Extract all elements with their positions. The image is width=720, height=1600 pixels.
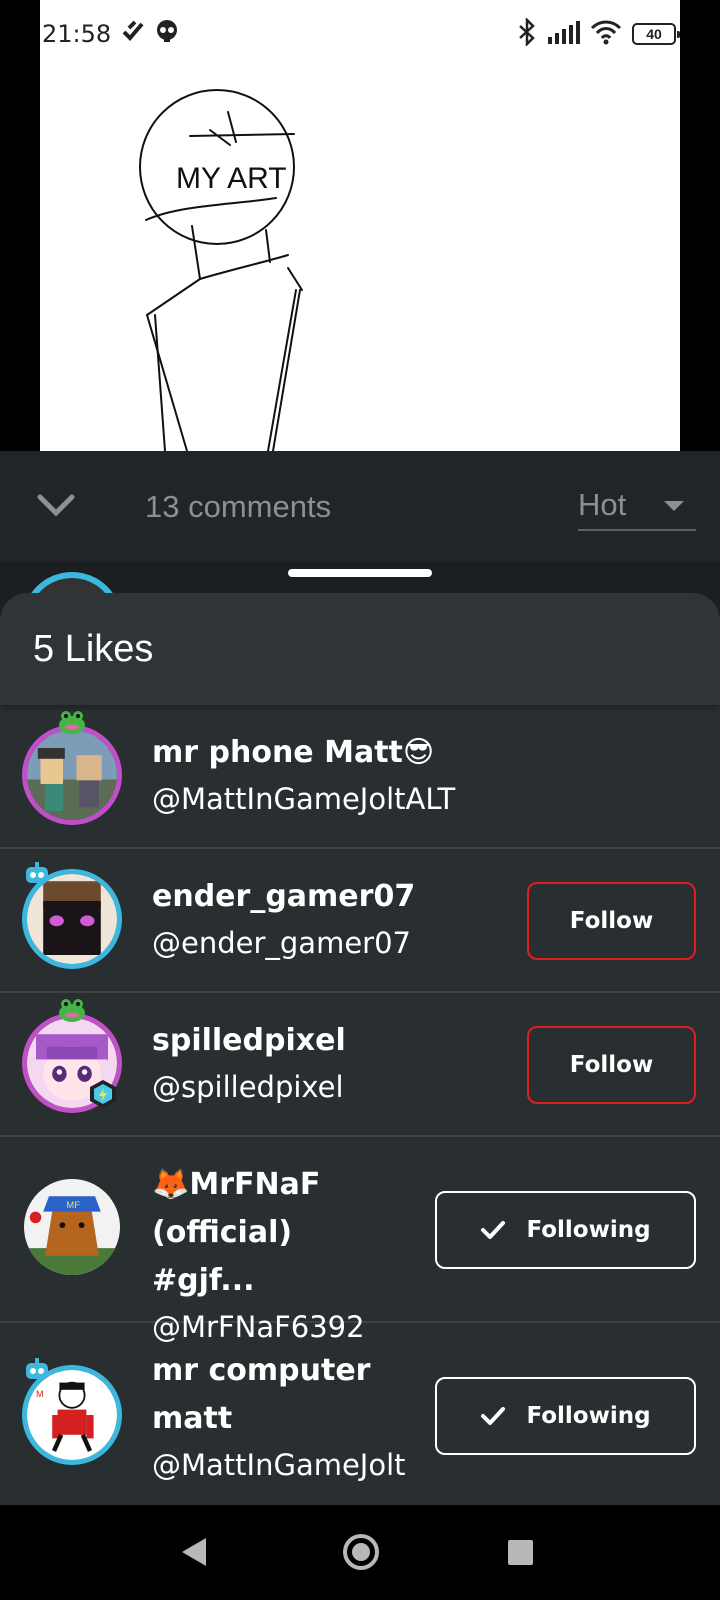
clock: 21:58 bbox=[42, 20, 112, 48]
following-button[interactable]: Following bbox=[435, 1191, 696, 1269]
username-handle[interactable]: @MattInGameJolt bbox=[152, 1443, 406, 1487]
signal-icon bbox=[548, 20, 580, 49]
svg-text:MF: MF bbox=[66, 1200, 80, 1211]
post-image-text: MY ART bbox=[176, 162, 287, 195]
chevron-down-icon[interactable] bbox=[36, 491, 76, 521]
display-name[interactable]: mr computer matt bbox=[152, 1347, 402, 1443]
checkmark-icon bbox=[481, 1221, 506, 1239]
status-bar: 21:58 40 bbox=[40, 0, 680, 68]
username-handle[interactable]: @ender_gamer07 bbox=[152, 921, 415, 965]
comments-bar: 13 comments Hot bbox=[0, 451, 720, 561]
username-handle[interactable]: @spilledpixel bbox=[152, 1065, 346, 1109]
checkmark-icon bbox=[481, 1407, 506, 1425]
user-info: ender_gamer07 @ender_gamer07 bbox=[152, 873, 415, 965]
list-item[interactable]: spilledpixel @spilledpixel Follow bbox=[0, 993, 720, 1137]
user-info: spilledpixel @spilledpixel bbox=[152, 1017, 346, 1109]
display-name[interactable]: ender_gamer07 bbox=[152, 873, 415, 921]
avatar[interactable] bbox=[22, 725, 122, 825]
user-info: mr phone Matt😎 @MattInGameJoltALT bbox=[152, 729, 455, 821]
bluetooth-icon bbox=[516, 16, 538, 51]
frog-badge-icon bbox=[57, 997, 87, 1023]
recent-apps-icon[interactable] bbox=[508, 1540, 533, 1565]
avatar[interactable]: MF bbox=[24, 1179, 120, 1275]
user-info: mr computer matt @MattInGameJolt bbox=[152, 1347, 406, 1487]
svg-text:M: M bbox=[36, 1389, 44, 1399]
robot-badge-icon bbox=[22, 1357, 52, 1383]
sheet-drag-handle[interactable] bbox=[288, 569, 432, 577]
likes-bottom-sheet: 5 Likes mr phone Matt😎 @MattInGameJoltAL… bbox=[0, 593, 720, 1505]
list-item[interactable]: ender_gamer07 @ender_gamer07 Follow bbox=[0, 849, 720, 993]
frog-badge-icon bbox=[57, 709, 87, 735]
sort-select-value: Hot bbox=[578, 487, 627, 522]
follow-button[interactable]: Follow bbox=[527, 1026, 696, 1104]
list-item[interactable]: MF 🦊MrFNaF (official) #gjf... @MrFNaF639… bbox=[0, 1137, 720, 1344]
following-button-label: Following bbox=[526, 1217, 651, 1243]
robot-badge-icon bbox=[22, 861, 52, 887]
list-item[interactable]: mr phone Matt😎 @MattInGameJoltALT bbox=[0, 705, 720, 849]
app-notification-icon bbox=[121, 20, 145, 48]
likes-list: mr phone Matt😎 @MattInGameJoltALT ender_… bbox=[0, 705, 720, 1505]
username-handle[interactable]: @MattInGameJoltALT bbox=[152, 777, 455, 821]
display-name[interactable]: spilledpixel bbox=[152, 1017, 346, 1065]
display-name[interactable]: mr phone Matt😎 bbox=[152, 729, 455, 777]
battery-icon: 40 bbox=[632, 23, 680, 45]
follow-button[interactable]: Follow bbox=[527, 882, 696, 960]
sort-select[interactable]: Hot bbox=[578, 481, 696, 531]
display-name[interactable]: 🦊MrFNaF (official) #gjf... bbox=[152, 1161, 402, 1305]
system-navigation-bar bbox=[0, 1505, 720, 1600]
home-icon[interactable] bbox=[343, 1534, 379, 1570]
wifi-icon bbox=[590, 19, 622, 50]
post-image-area: MY ART 21:58 40 bbox=[0, 0, 720, 451]
following-button[interactable]: Following bbox=[435, 1377, 696, 1455]
user-info: 🦊MrFNaF (official) #gjf... @MrFNaF6392 bbox=[152, 1161, 402, 1349]
creator-badge-icon bbox=[88, 1079, 118, 1108]
comments-count[interactable]: 13 comments bbox=[145, 489, 331, 525]
dropdown-arrow-icon bbox=[664, 501, 684, 511]
following-button-label: Following bbox=[526, 1403, 651, 1429]
back-icon[interactable] bbox=[182, 1538, 206, 1566]
likes-sheet-title: 5 Likes bbox=[33, 627, 154, 670]
skull-notification-icon bbox=[155, 19, 179, 49]
list-item[interactable]: M mr computer matt @MattInGameJolt Follo… bbox=[0, 1323, 720, 1505]
likes-sheet-header: 5 Likes bbox=[0, 593, 720, 705]
